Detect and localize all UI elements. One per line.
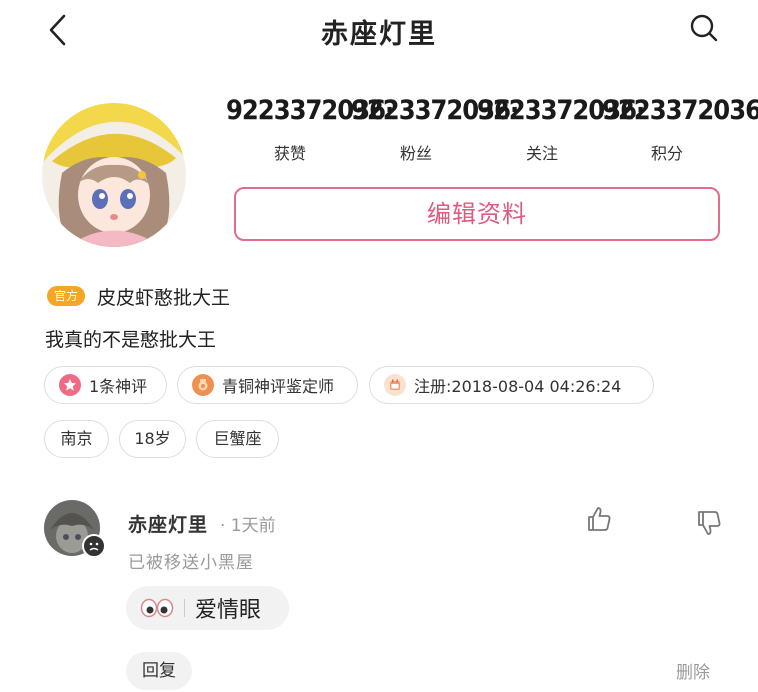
pill-label: 注册:2018-08-04 04:26:24 <box>414 377 622 396</box>
page-title: 赤座灯里 <box>321 19 437 50</box>
reply-button[interactable]: 回复 <box>126 652 192 690</box>
thumbs-up-icon[interactable] <box>585 505 613 533</box>
official-badge: 官方 <box>47 286 85 306</box>
tag-zodiac: 巨蟹座 <box>196 420 279 458</box>
bio: 我真的不是憨批大王 <box>45 329 217 351</box>
register-date-pill: 注册:2018-08-04 04:26:24 <box>369 366 654 404</box>
calendar-icon <box>384 374 406 396</box>
divider <box>184 599 185 617</box>
banned-status-icon <box>82 534 106 558</box>
delete-button[interactable]: 删除 <box>676 658 710 683</box>
comment-time: · 1天前 <box>220 516 276 536</box>
likes-label: 获赞 <box>273 144 306 163</box>
edit-profile-button[interactable]: 编辑资料 <box>234 187 720 241</box>
god-comment-pill[interactable]: 1条神评 <box>44 366 167 404</box>
love-eyes-icon <box>140 597 174 619</box>
username: 皮皮虾憨批大王 <box>97 287 231 309</box>
following-label: 关注 <box>525 144 558 163</box>
commenter-name[interactable]: 赤座灯里 <box>128 510 208 537</box>
emoji-sticker: 爱情眼 <box>126 586 289 630</box>
tag-city: 南京 <box>44 420 109 458</box>
avatar[interactable] <box>42 103 186 247</box>
star-badge-icon <box>59 374 81 396</box>
thumbs-down-icon[interactable] <box>695 509 723 537</box>
points-label: 积分 <box>650 144 683 163</box>
points-count[interactable]: 9223372036· <box>602 95 758 126</box>
pill-label: 青铜神评鉴定师 <box>222 377 335 396</box>
search-icon[interactable] <box>688 12 720 44</box>
comment-status: 已被移送小黑屋 <box>128 553 254 573</box>
emoji-label: 爱情眼 <box>195 598 262 623</box>
pill-label: 1条神评 <box>89 377 148 396</box>
fans-label: 粉丝 <box>399 144 432 163</box>
tag-age: 18岁 <box>119 420 186 458</box>
title-pill[interactable]: 青铜神评鉴定师 <box>177 366 358 404</box>
bronze-medal-icon <box>192 374 214 396</box>
